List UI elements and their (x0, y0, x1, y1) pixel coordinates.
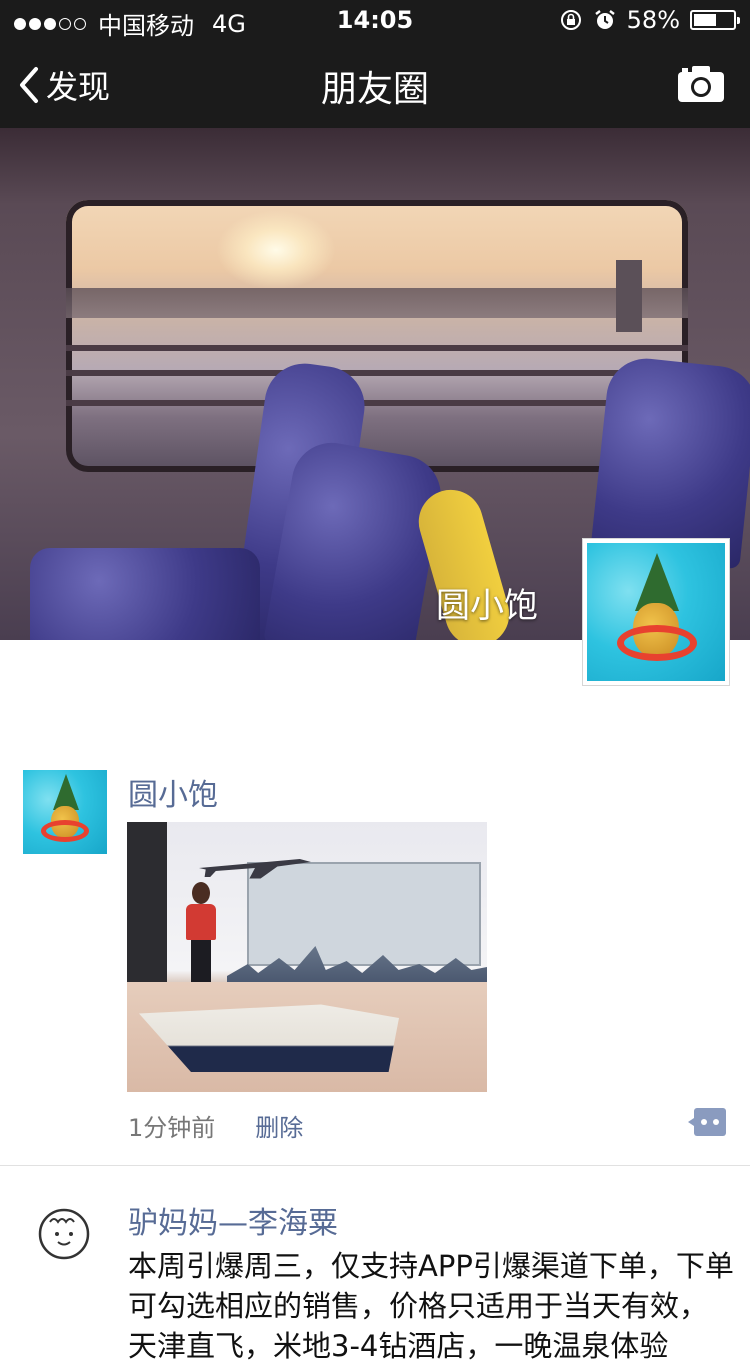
post-divider (0, 1165, 750, 1166)
post-photo[interactable] (127, 822, 487, 1092)
battery-icon (690, 10, 740, 30)
pineapple-avatar-image (23, 770, 107, 854)
profile-avatar[interactable] (582, 538, 730, 686)
comment-icon[interactable] (688, 1108, 726, 1136)
post-text: 本周引爆周三，仅支持APP引爆渠道下单，下单可勾选相应的销售，价格只适用于当天有… (128, 1249, 734, 1363)
navigation-bar: 发现 朋友圈 (0, 40, 750, 128)
battery-percent: 58% (626, 6, 680, 34)
status-bar: 中国移动 4G 14:05 58% (0, 0, 750, 40)
camera-icon[interactable] (678, 66, 724, 102)
delete-post-link[interactable]: 删除 (255, 1108, 303, 1143)
post-author-name[interactable]: 驴妈妈—李海粟 (128, 1198, 338, 1242)
smiley-face-avatar-icon (38, 1208, 90, 1260)
post-meta: 1分钟前 删除 (128, 1108, 303, 1143)
page-title: 朋友圈 (320, 69, 429, 110)
post-timestamp: 1分钟前 (128, 1114, 216, 1142)
pineapple-avatar-image (587, 543, 725, 681)
post-author-avatar[interactable] (24, 1192, 108, 1276)
train-window-scene (66, 200, 688, 472)
alarm-icon (594, 10, 615, 29)
rotation-lock-icon (560, 10, 581, 30)
person-figure (183, 882, 219, 982)
cover-user-name: 圆小饱 (436, 586, 538, 626)
post-author-name[interactable]: 圆小饱 (128, 770, 218, 814)
post-author-avatar[interactable] (23, 770, 107, 854)
